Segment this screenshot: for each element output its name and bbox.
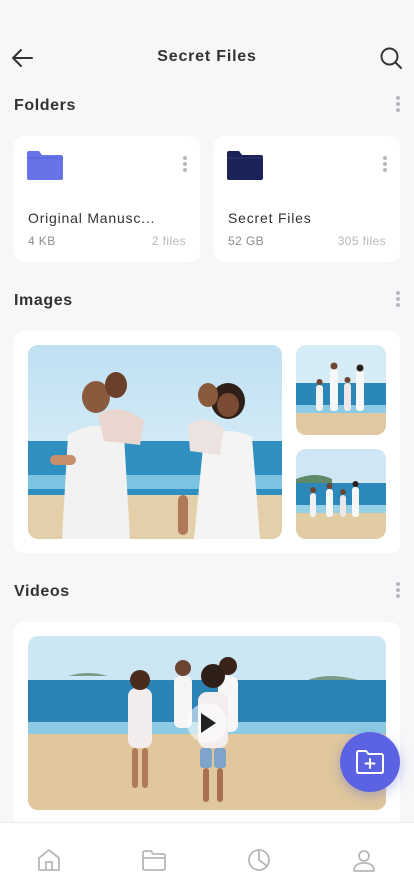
pie-chart-icon[interactable] [246, 847, 272, 873]
images-section-header: Images [14, 289, 400, 313]
folder-card[interactable]: Original Manusc... 4 KB 2 files [14, 136, 200, 262]
folder-icon[interactable] [141, 847, 167, 873]
image-thumbnail[interactable] [296, 345, 386, 435]
folder-name: Secret Files [228, 210, 312, 226]
folder-file-count: 2 files [151, 234, 186, 248]
folder-more-icon[interactable] [182, 154, 188, 176]
bottom-tab-bar [0, 822, 414, 896]
image-thumbnail[interactable] [28, 345, 282, 539]
folder-file-count: 305 files [337, 234, 386, 248]
folders-section-header: Folders [14, 94, 400, 118]
images-heading: Images [14, 292, 73, 309]
search-icon[interactable] [378, 45, 404, 71]
folder-icon [27, 151, 63, 180]
folder-size: 52 GB [228, 234, 265, 248]
page-title: Secret Files [157, 48, 257, 65]
top-bar: Secret Files [0, 0, 414, 92]
folders-heading: Folders [14, 97, 76, 114]
videos-more-icon[interactable] [394, 580, 402, 604]
folder-name: Original Manusc... [28, 210, 156, 226]
images-card [14, 331, 400, 553]
home-icon[interactable] [36, 847, 62, 873]
folders-more-icon[interactable] [394, 94, 402, 118]
videos-heading: Videos [14, 583, 70, 600]
add-folder-button[interactable] [340, 732, 400, 792]
folder-size: 4 KB [28, 234, 56, 248]
folder-card[interactable]: Secret Files 52 GB 305 files [214, 136, 400, 262]
user-icon[interactable] [351, 847, 377, 873]
videos-card [14, 622, 400, 822]
video-thumbnail[interactable] [28, 636, 386, 810]
images-more-icon[interactable] [394, 289, 402, 313]
image-thumbnail[interactable] [296, 449, 386, 539]
folder-more-icon[interactable] [382, 154, 388, 176]
add-folder-icon [356, 750, 384, 774]
videos-section-header: Videos [14, 580, 400, 604]
folder-icon [227, 151, 263, 180]
